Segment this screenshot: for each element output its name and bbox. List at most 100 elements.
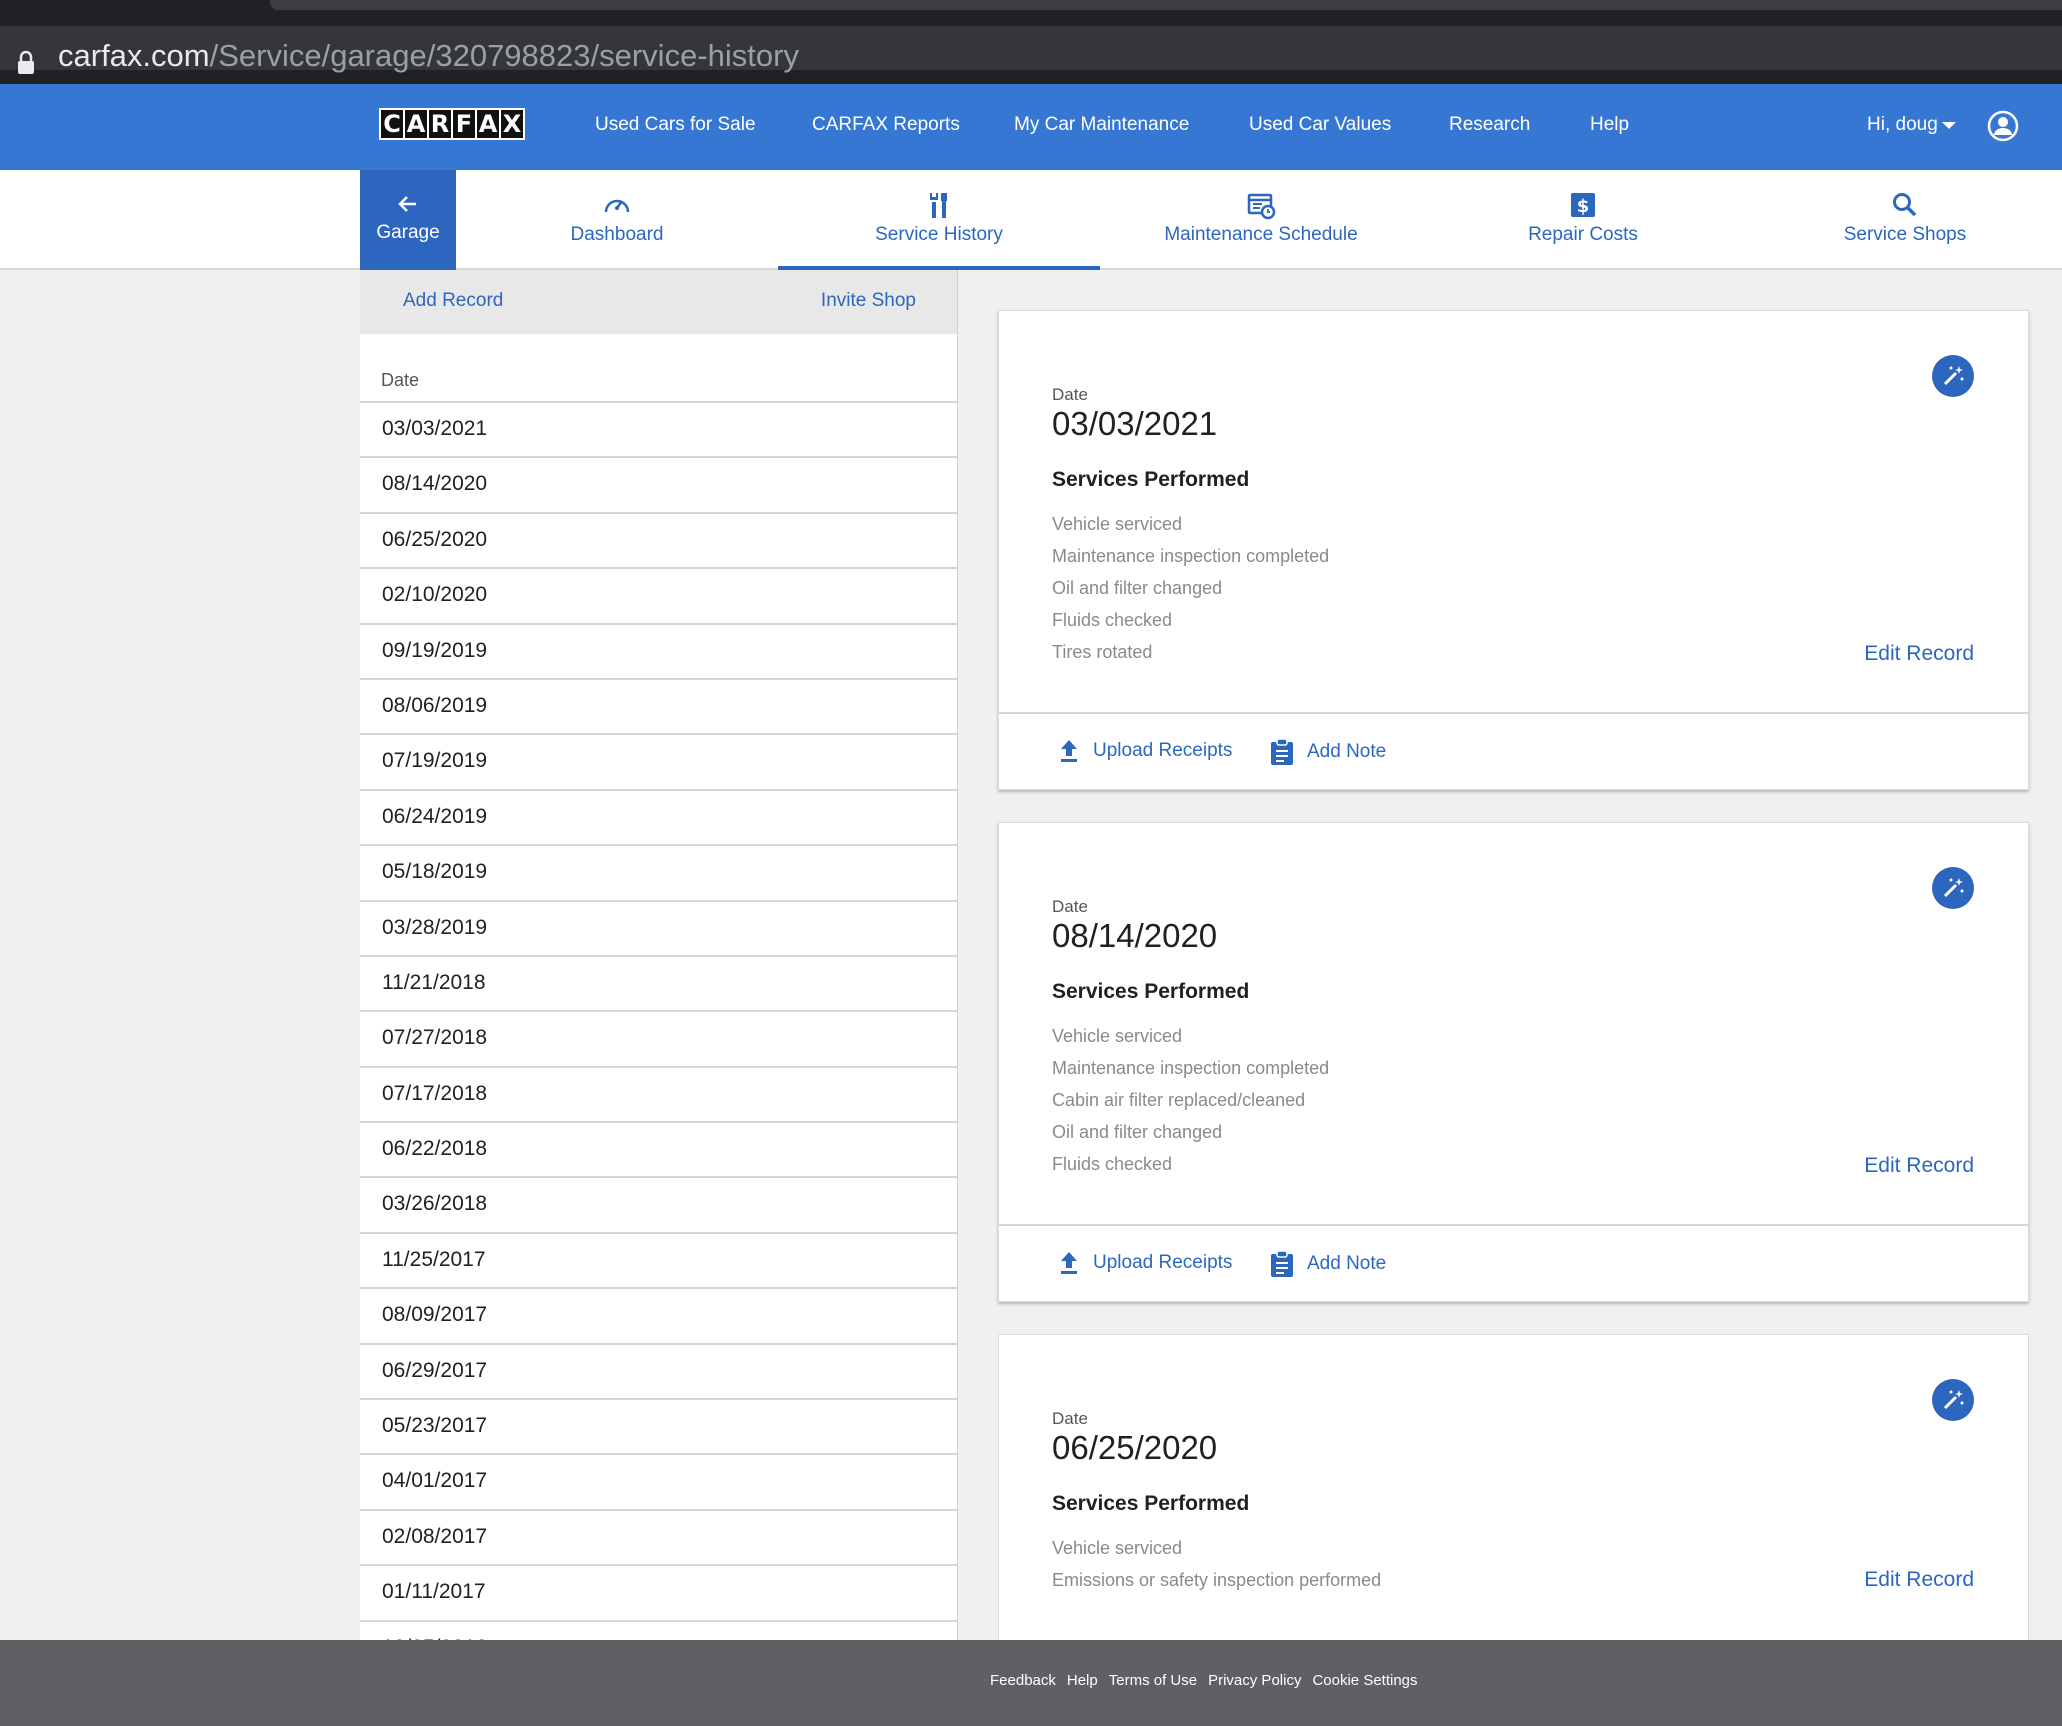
date-row[interactable]: 08/14/2020: [360, 456, 957, 511]
url-text[interactable]: carfax.com/Service/garage/320798823/serv…: [58, 38, 799, 74]
date-row[interactable]: 07/17/2018: [360, 1065, 957, 1121]
back-to-garage-button[interactable]: Garage: [360, 170, 456, 270]
magic-wand-button[interactable]: [1932, 1379, 1974, 1421]
tab-dashboard[interactable]: Dashboard: [456, 170, 778, 270]
upload-receipts-button[interactable]: Upload Receipts: [1057, 1250, 1232, 1276]
service-date-list-panel: Add Record Invite Shop Date 03/03/2021 0…: [360, 270, 958, 1640]
date-row[interactable]: 06/25/2020: [360, 511, 957, 567]
clipboard-icon: [1271, 1250, 1293, 1277]
tab-maintenance-schedule[interactable]: Maintenance Schedule: [1100, 170, 1422, 270]
magic-wand-button[interactable]: [1932, 355, 1974, 397]
edit-record-link[interactable]: Edit Record: [1864, 1154, 1974, 1178]
service-item: Fluids checked: [1052, 1154, 1173, 1174]
tab-service-history[interactable]: Service History: [778, 170, 1100, 270]
search-icon: [1893, 193, 1917, 217]
card-actions: Upload Receipts Add Note: [999, 712, 2030, 790]
dollar-icon: $: [1571, 193, 1595, 217]
upload-icon: [1061, 740, 1077, 762]
date-row[interactable]: 06/24/2019: [360, 788, 957, 844]
user-menu[interactable]: Hi, doug: [1867, 114, 1938, 136]
service-item: Emissions or safety inspection performed: [1052, 1570, 1382, 1590]
logo-letter: C: [381, 110, 403, 138]
record-date: 08/14/2020: [1052, 917, 1218, 954]
browser-active-tab[interactable]: [270, 0, 2062, 10]
footer-link-terms[interactable]: Terms of Use: [1109, 1672, 1197, 1689]
add-note-button[interactable]: Add Note: [1269, 1250, 1386, 1278]
date-column-header: Date: [381, 370, 420, 390]
nav-help[interactable]: Help: [1590, 114, 1629, 136]
services-performed-heading: Services Performed: [1052, 1492, 1250, 1515]
date-row[interactable]: 05/18/2019: [360, 844, 957, 899]
user-avatar-icon[interactable]: [1987, 110, 2019, 142]
calendar-clock-icon: [1247, 193, 1276, 220]
date-row[interactable]: 05/23/2017: [360, 1398, 957, 1453]
nav-carfax-reports[interactable]: CARFAX Reports: [812, 114, 960, 136]
logo-letter: A: [477, 110, 499, 138]
nav-used-car-values[interactable]: Used Car Values: [1249, 114, 1391, 136]
lock-icon[interactable]: [16, 50, 36, 76]
nav-used-cars-for-sale[interactable]: Used Cars for Sale: [595, 114, 756, 136]
magic-wand-button[interactable]: [1932, 867, 1974, 909]
upload-receipts-button[interactable]: Upload Receipts: [1057, 738, 1232, 764]
logo-letter: F: [453, 110, 475, 138]
date-row[interactable]: 11/25/2017: [360, 1231, 957, 1287]
date-row[interactable]: 08/09/2017: [360, 1287, 957, 1342]
date-row[interactable]: 03/28/2019: [360, 899, 957, 955]
service-item: Fluids checked: [1052, 610, 1173, 630]
date-row[interactable]: 08/06/2019: [360, 677, 957, 733]
service-record-card: Date 06/25/2020 Services Performed Vehic…: [998, 1334, 2029, 1640]
date-row[interactable]: 02/10/2020: [360, 567, 957, 622]
date-row[interactable]: 01/11/2017: [360, 1564, 957, 1619]
tab-label: Service History: [875, 224, 1003, 245]
tab-repair-costs[interactable]: $ Repair Costs: [1422, 170, 1744, 270]
service-item: Oil and filter changed: [1052, 1122, 1223, 1142]
service-record-card: Date 03/03/2021 Services Performed Vehic…: [998, 310, 2030, 790]
nav-research[interactable]: Research: [1449, 114, 1530, 136]
date-row[interactable]: 07/27/2018: [360, 1010, 957, 1065]
chevron-down-icon[interactable]: [1942, 122, 1956, 129]
footer-link-feedback[interactable]: Feedback: [990, 1672, 1056, 1689]
add-note-label: Add Note: [1307, 741, 1387, 762]
logo-letter: A: [405, 110, 427, 138]
date-row[interactable]: 06/22/2018: [360, 1121, 957, 1176]
record-date-label: Date: [1052, 1409, 1088, 1428]
carfax-logo[interactable]: C A R F A X: [379, 108, 525, 140]
edit-record-link[interactable]: Edit Record: [1864, 642, 1974, 666]
date-row[interactable]: 04/01/2017: [360, 1453, 957, 1508]
date-row[interactable]: 10/25/2016: [360, 1619, 957, 1640]
url-field[interactable]: carfax.com/Service/garage/320798823/serv…: [0, 26, 2062, 74]
date-row[interactable]: 06/29/2017: [360, 1342, 957, 1398]
date-row[interactable]: 03/03/2021: [360, 401, 957, 456]
add-record-link[interactable]: Add Record: [403, 290, 503, 312]
footer-link-privacy[interactable]: Privacy Policy: [1208, 1672, 1301, 1689]
date-row[interactable]: 11/21/2018: [360, 954, 957, 1010]
logo-letter: X: [501, 110, 523, 138]
edit-record-link[interactable]: Edit Record: [1864, 1568, 1974, 1592]
card-actions: Upload Receipts Add Note: [999, 1224, 2030, 1302]
date-row[interactable]: 02/08/2017: [360, 1508, 957, 1564]
date-row[interactable]: 09/19/2019: [360, 622, 957, 678]
record-date: 03/03/2021: [1052, 405, 1218, 442]
date-row[interactable]: 03/26/2018: [360, 1176, 957, 1231]
service-item: Vehicle serviced: [1052, 514, 1183, 534]
services-list: Vehicle serviced Maintenance inspection …: [1052, 1025, 1329, 1185]
browser-addressbar: carfax.com/Service/garage/320798823/serv…: [0, 10, 2062, 84]
service-item: Maintenance inspection completed: [1052, 546, 1330, 566]
date-list: 03/03/2021 08/14/2020 06/25/2020 02/10/2…: [360, 401, 957, 1640]
service-item: Cabin air filter replaced/cleaned: [1052, 1090, 1306, 1110]
add-note-label: Add Note: [1307, 1253, 1387, 1274]
service-item: Oil and filter changed: [1052, 578, 1223, 598]
date-row[interactable]: 07/19/2019: [360, 733, 957, 788]
footer-link-cookie-settings[interactable]: Cookie Settings: [1312, 1672, 1417, 1689]
nav-my-car-maintenance[interactable]: My Car Maintenance: [1014, 114, 1189, 136]
services-list: Vehicle serviced Emissions or safety ins…: [1052, 1537, 1381, 1601]
footer-link-help[interactable]: Help: [1067, 1672, 1098, 1689]
tab-label: Maintenance Schedule: [1164, 224, 1358, 245]
invite-shop-link[interactable]: Invite Shop: [821, 290, 916, 312]
magic-wand-icon: [1943, 366, 1964, 386]
add-note-button[interactable]: Add Note: [1269, 738, 1386, 766]
services-performed-heading: Services Performed: [1052, 468, 1250, 491]
service-item: Maintenance inspection completed: [1052, 1058, 1330, 1078]
logo-letter: R: [429, 110, 451, 138]
tab-service-shops[interactable]: Service Shops: [1744, 170, 2062, 270]
